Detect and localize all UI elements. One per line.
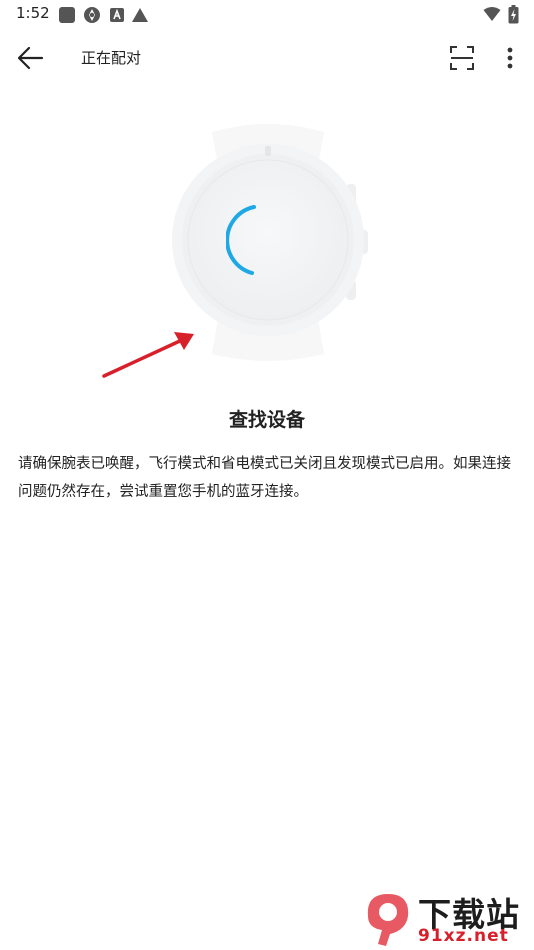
scan-frame-icon: [450, 46, 474, 70]
more-vertical-icon: [507, 47, 513, 69]
pairing-screen: 1:52 正在配对 查找设备 请确保腕表已唤醒，飞行模式和省电模式已关闭且发现模…: [0, 0, 534, 950]
battery-charging-icon: [508, 5, 519, 24]
site-watermark: 下载站 91xz.net: [356, 888, 534, 950]
loading-spinner: [226, 205, 256, 275]
watermark-logo-icon: [367, 894, 409, 946]
arrow-left-icon: [17, 46, 44, 70]
pairing-instructions: 请确保腕表已唤醒，飞行模式和省电模式已关闭且发现模式已启用。如果连接问题仍然存在…: [18, 456, 511, 500]
watermark-url: 91xz.net: [418, 926, 509, 946]
app-bar: 正在配对: [0, 30, 534, 86]
search-device-heading: 查找设备: [228, 409, 305, 431]
notification-square-icon: [59, 7, 75, 23]
status-time: 1:52: [16, 4, 50, 22]
triangle-alert-icon: [132, 8, 148, 22]
annotation-arrow-icon: [102, 332, 194, 378]
scan-button[interactable]: [446, 42, 478, 74]
page-title: 正在配对: [81, 49, 142, 67]
aperture-icon: [84, 7, 100, 23]
more-options-button[interactable]: [496, 42, 524, 74]
app-a-icon: [110, 8, 124, 22]
wifi-icon: [483, 7, 501, 21]
back-button[interactable]: [12, 40, 48, 76]
status-bar: 1:52: [0, 0, 534, 30]
